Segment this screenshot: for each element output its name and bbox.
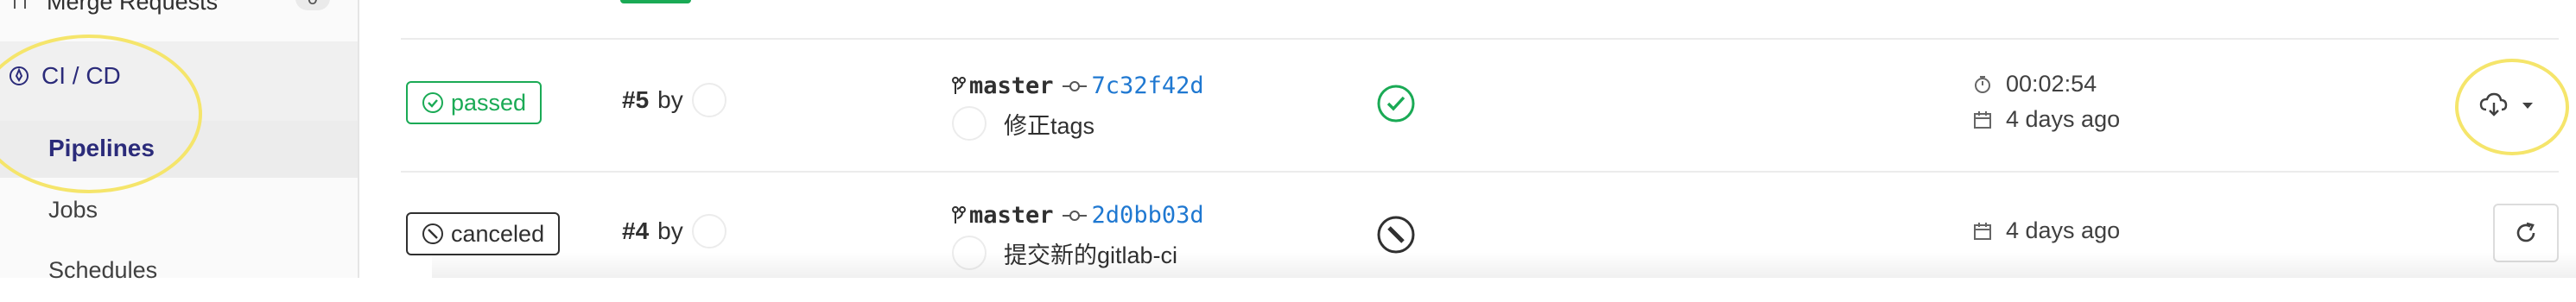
commit-message[interactable]: 修正tags [1004,107,1094,141]
commit-info: master 7c32f42d 修正tags [952,72,1204,141]
avatar[interactable] [691,214,726,249]
retry-button[interactable] [2493,204,2559,262]
calendar-icon [1974,110,1991,129]
avatar[interactable] [691,83,726,117]
duration: 00:02:54 [2006,71,2097,97]
success-check-icon[interactable] [1377,85,1415,123]
pipeline-id: #5 by [622,83,726,117]
commit-message[interactable]: 提交新的gitlab-ci [1004,236,1177,270]
pipelines-table: passed #5 by master 7c32f42d 修正tags 00:0… [359,0,2576,278]
canceled-icon [422,223,443,244]
commit-icon [1062,80,1087,91]
calendar-icon [1974,222,1991,240]
avatar[interactable] [952,236,987,270]
status-label: canceled [451,220,545,247]
status-badge[interactable]: canceled [406,212,561,255]
finished-time: 4 days ago [2006,217,2121,243]
branch-icon [952,76,966,94]
status-badge[interactable]: passed [406,81,542,124]
sidebar-item-pipelines[interactable]: Pipelines [0,121,358,178]
triggerer-label: by [657,86,683,113]
sidebar-item-label: CI / CD [41,62,121,89]
sidebar-item-schedules[interactable]: Schedules [48,257,157,284]
pipeline-id: #4 by [622,214,726,249]
pipeline-link[interactable]: #5 [622,86,649,114]
chevron-down-icon [2522,103,2533,109]
avatar[interactable] [952,106,987,141]
table-row: canceled #4 by master 2d0bb03d 提交新的gitla… [359,173,2576,302]
pipeline-timing: 00:02:54 4 days ago [1973,71,2120,133]
commit-sha-link[interactable]: 2d0bb03d [1092,202,1204,229]
branch-link[interactable]: master [969,72,1054,99]
canceled-stage-icon[interactable] [1377,216,1415,254]
count-badge: 0 [295,0,330,10]
pipeline-link[interactable]: #4 [622,217,649,245]
sidebar-item-merge-requests[interactable]: Merge Requests 0 [0,0,358,19]
pipeline-timing: 4 days ago [1973,217,2120,244]
commit-icon [1062,210,1087,221]
commit-sha-link[interactable]: 7c32f42d [1092,72,1204,99]
sidebar-item-label: Merge Requests [47,0,219,15]
commit-info: master 2d0bb03d 提交新的gitlab-ci [952,202,1204,270]
triggerer-label: by [657,217,683,244]
retry-icon [2516,222,2535,242]
sidebar-item-label: Pipelines [48,135,155,161]
sidebar-item-cicd[interactable]: CI / CD [9,62,121,90]
status-badge-fragment [620,0,691,3]
rocket-icon [10,66,29,85]
status-label: passed [451,89,527,116]
download-artifacts-icon [2479,92,2508,116]
passed-icon [422,92,443,113]
table-row: passed #5 by master 7c32f42d 修正tags 00:0… [359,40,2576,169]
sidebar: Merge Requests 0 CI / CD Pipelines Jobs … [0,0,359,283]
download-artifacts-button[interactable] [2464,78,2550,133]
sidebar-item-jobs[interactable]: Jobs [48,197,98,223]
branch-link[interactable]: master [969,202,1054,229]
merge-request-icon [14,0,26,9]
branch-icon [952,205,966,223]
timer-icon [1975,75,1990,93]
finished-time: 4 days ago [2006,106,2121,132]
